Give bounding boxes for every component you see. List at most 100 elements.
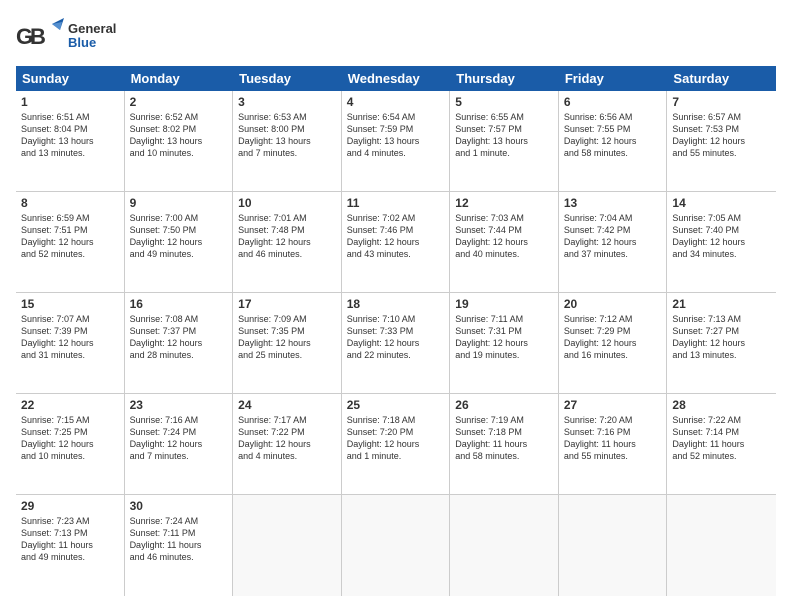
calendar-day-6: 6 Sunrise: 6:56 AMSunset: 7:55 PMDaylight…	[559, 91, 668, 191]
calendar-empty-cell	[233, 495, 342, 596]
weekday-header-friday: Friday	[559, 66, 668, 91]
calendar-day-10: 10Sunrise: 7:01 AMSunset: 7:48 PMDayligh…	[233, 192, 342, 292]
page: G B General Blue SundayMondayTuesdayWedn…	[0, 0, 792, 612]
weekday-header-wednesday: Wednesday	[342, 66, 451, 91]
day-number: 22	[21, 398, 119, 412]
day-number: 27	[564, 398, 662, 412]
logo-text: General Blue	[68, 22, 116, 51]
day-number: 2	[130, 95, 228, 109]
day-details: Sunrise: 7:23 AMSunset: 7:13 PMDaylight:…	[21, 515, 119, 564]
calendar-day-11: 11 Sunrise: 7:02 AMSunset: 7:46 PMDayligh…	[342, 192, 451, 292]
day-details: Sunrise: 7:22 AMSunset: 7:14 PMDaylight:…	[672, 414, 771, 463]
weekday-header-tuesday: Tuesday	[233, 66, 342, 91]
day-number: 26	[455, 398, 553, 412]
day-number: 15	[21, 297, 119, 311]
day-details: Sunrise: 6:54 AMSunset: 7:59 PMDaylight:…	[347, 111, 445, 160]
day-details: Sunrise: 7:17 AMSunset: 7:22 PMDaylight:…	[238, 414, 336, 463]
day-details: Sunrise: 7:18 AMSunset: 7:20 PMDaylight:…	[347, 414, 445, 463]
calendar-day-8: 8 Sunrise: 6:59 AMSunset: 7:51 PMDaylight…	[16, 192, 125, 292]
day-number: 30	[130, 499, 228, 513]
calendar-day-5: 5Sunrise: 6:55 AMSunset: 7:57 PMDaylight…	[450, 91, 559, 191]
calendar-day-29: 29 Sunrise: 7:23 AMSunset: 7:13 PMDayligh…	[16, 495, 125, 596]
calendar-day-15: 15Sunrise: 7:07 AMSunset: 7:39 PMDayligh…	[16, 293, 125, 393]
day-details: Sunrise: 6:55 AMSunset: 7:57 PMDaylight:…	[455, 111, 553, 160]
calendar-day-20: 20 Sunrise: 7:12 AMSunset: 7:29 PMDayligh…	[559, 293, 668, 393]
day-details: Sunrise: 6:56 AMSunset: 7:55 PMDaylight:…	[564, 111, 662, 160]
day-number: 23	[130, 398, 228, 412]
calendar-row-3: 15Sunrise: 7:07 AMSunset: 7:39 PMDayligh…	[16, 293, 776, 394]
day-details: Sunrise: 7:12 AMSunset: 7:29 PMDaylight:…	[564, 313, 662, 362]
day-number: 1	[21, 95, 119, 109]
day-number: 11	[347, 196, 445, 210]
calendar-day-1: 1 Sunrise: 6:51 AMSunset: 8:04 PMDaylight…	[16, 91, 125, 191]
day-number: 25	[347, 398, 445, 412]
calendar-empty-cell	[667, 495, 776, 596]
day-number: 16	[130, 297, 228, 311]
day-details: Sunrise: 6:52 AMSunset: 8:02 PMDaylight:…	[130, 111, 228, 160]
day-number: 9	[130, 196, 228, 210]
day-details: Sunrise: 7:09 AMSunset: 7:35 PMDaylight:…	[238, 313, 336, 362]
day-details: Sunrise: 7:01 AMSunset: 7:48 PMDaylight:…	[238, 212, 336, 261]
calendar-day-25: 25 Sunrise: 7:18 AMSunset: 7:20 PMDayligh…	[342, 394, 451, 494]
calendar-day-30: 30 Sunrise: 7:24 AMSunset: 7:11 PMDayligh…	[125, 495, 234, 596]
day-details: Sunrise: 6:53 AMSunset: 8:00 PMDaylight:…	[238, 111, 336, 160]
calendar-empty-cell	[450, 495, 559, 596]
day-details: Sunrise: 7:16 AMSunset: 7:24 PMDaylight:…	[130, 414, 228, 463]
day-number: 24	[238, 398, 336, 412]
header: G B General Blue	[16, 16, 776, 56]
day-number: 13	[564, 196, 662, 210]
weekday-header-monday: Monday	[125, 66, 234, 91]
day-number: 28	[672, 398, 771, 412]
day-details: Sunrise: 6:57 AMSunset: 7:53 PMDaylight:…	[672, 111, 771, 160]
calendar-day-26: 26Sunrise: 7:19 AMSunset: 7:18 PMDayligh…	[450, 394, 559, 494]
day-details: Sunrise: 7:00 AMSunset: 7:50 PMDaylight:…	[130, 212, 228, 261]
calendar-header: SundayMondayTuesdayWednesdayThursdayFrid…	[16, 66, 776, 91]
weekday-header-sunday: Sunday	[16, 66, 125, 91]
day-number: 20	[564, 297, 662, 311]
day-number: 12	[455, 196, 553, 210]
calendar-day-7: 7 Sunrise: 6:57 AMSunset: 7:53 PMDaylight…	[667, 91, 776, 191]
day-details: Sunrise: 7:02 AMSunset: 7:46 PMDaylight:…	[347, 212, 445, 261]
day-number: 3	[238, 95, 336, 109]
calendar-day-12: 12Sunrise: 7:03 AMSunset: 7:44 PMDayligh…	[450, 192, 559, 292]
day-details: Sunrise: 7:08 AMSunset: 7:37 PMDaylight:…	[130, 313, 228, 362]
day-details: Sunrise: 6:59 AMSunset: 7:51 PMDaylight:…	[21, 212, 119, 261]
calendar-day-18: 18 Sunrise: 7:10 AMSunset: 7:33 PMDayligh…	[342, 293, 451, 393]
day-number: 19	[455, 297, 553, 311]
day-number: 4	[347, 95, 445, 109]
calendar-day-17: 17Sunrise: 7:09 AMSunset: 7:35 PMDayligh…	[233, 293, 342, 393]
day-details: Sunrise: 7:10 AMSunset: 7:33 PMDaylight:…	[347, 313, 445, 362]
day-number: 14	[672, 196, 771, 210]
day-details: Sunrise: 7:13 AMSunset: 7:27 PMDaylight:…	[672, 313, 771, 362]
calendar-day-3: 3 Sunrise: 6:53 AMSunset: 8:00 PMDaylight…	[233, 91, 342, 191]
day-details: Sunrise: 7:05 AMSunset: 7:40 PMDaylight:…	[672, 212, 771, 261]
calendar-day-4: 4 Sunrise: 6:54 AMSunset: 7:59 PMDaylight…	[342, 91, 451, 191]
calendar-day-22: 22 Sunrise: 7:15 AMSunset: 7:25 PMDayligh…	[16, 394, 125, 494]
day-details: Sunrise: 6:51 AMSunset: 8:04 PMDaylight:…	[21, 111, 119, 160]
day-details: Sunrise: 7:15 AMSunset: 7:25 PMDaylight:…	[21, 414, 119, 463]
calendar-day-14: 14 Sunrise: 7:05 AMSunset: 7:40 PMDayligh…	[667, 192, 776, 292]
calendar-day-21: 21Sunrise: 7:13 AMSunset: 7:27 PMDayligh…	[667, 293, 776, 393]
calendar-day-19: 19Sunrise: 7:11 AMSunset: 7:31 PMDayligh…	[450, 293, 559, 393]
day-number: 18	[347, 297, 445, 311]
calendar-day-28: 28 Sunrise: 7:22 AMSunset: 7:14 PMDayligh…	[667, 394, 776, 494]
day-details: Sunrise: 7:24 AMSunset: 7:11 PMDaylight:…	[130, 515, 228, 564]
logo-icon: G B	[16, 16, 64, 56]
calendar-day-9: 9 Sunrise: 7:00 AMSunset: 7:50 PMDaylight…	[125, 192, 234, 292]
svg-text:B: B	[30, 24, 46, 49]
day-number: 6	[564, 95, 662, 109]
weekday-header-thursday: Thursday	[450, 66, 559, 91]
calendar-day-2: 2 Sunrise: 6:52 AMSunset: 8:02 PMDaylight…	[125, 91, 234, 191]
calendar-day-23: 23 Sunrise: 7:16 AMSunset: 7:24 PMDayligh…	[125, 394, 234, 494]
day-number: 29	[21, 499, 119, 513]
day-number: 8	[21, 196, 119, 210]
calendar-row-4: 22 Sunrise: 7:15 AMSunset: 7:25 PMDayligh…	[16, 394, 776, 495]
calendar-day-16: 16 Sunrise: 7:08 AMSunset: 7:37 PMDayligh…	[125, 293, 234, 393]
calendar: SundayMondayTuesdayWednesdayThursdayFrid…	[16, 66, 776, 596]
calendar-row-1: 1 Sunrise: 6:51 AMSunset: 8:04 PMDaylight…	[16, 91, 776, 192]
day-number: 7	[672, 95, 771, 109]
calendar-day-13: 13Sunrise: 7:04 AMSunset: 7:42 PMDayligh…	[559, 192, 668, 292]
calendar-row-5: 29 Sunrise: 7:23 AMSunset: 7:13 PMDayligh…	[16, 495, 776, 596]
calendar-empty-cell	[342, 495, 451, 596]
calendar-day-24: 24 Sunrise: 7:17 AMSunset: 7:22 PMDayligh…	[233, 394, 342, 494]
